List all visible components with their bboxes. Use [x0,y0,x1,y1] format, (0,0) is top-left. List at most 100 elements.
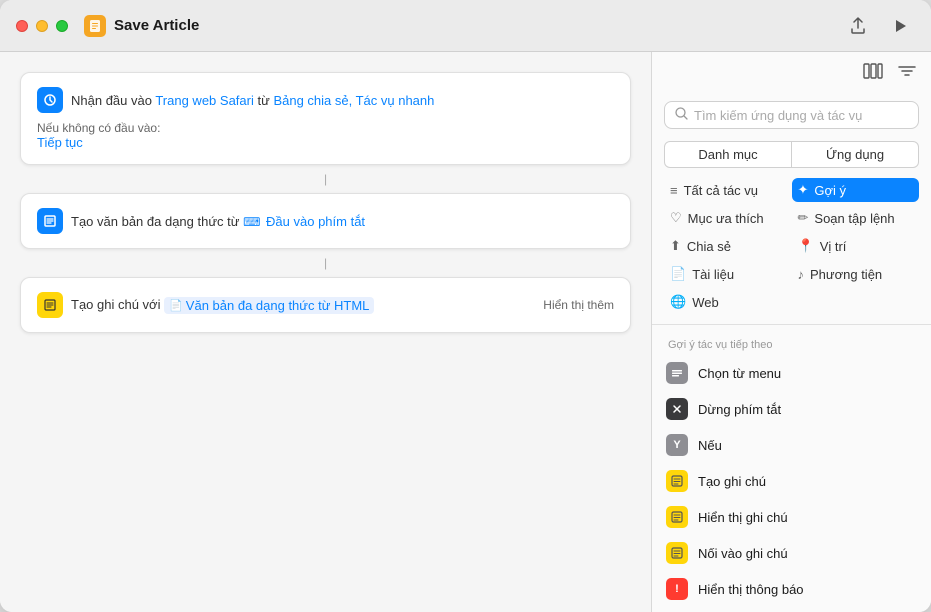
sugg-stop-shortcut-icon [666,398,688,420]
share-button[interactable] [847,15,869,37]
search-input[interactable] [694,108,908,123]
input-icon [37,87,63,113]
createnote-desc: Tạo ghi chú với 📄 Văn bản đa dạng thức t… [71,297,374,314]
sugg-show-note-icon [666,506,688,528]
search-icon [675,107,688,123]
library-icon[interactable] [863,62,883,85]
suggestion-list: Chọn từ menu Dừng phím tắt Y Nếu [652,355,931,612]
filter-scripting-icon: ✏ [798,210,809,226]
filter-all-label: Tất cả tác vụ [684,183,758,198]
richtext-icon [37,208,63,234]
filter-location-label: Vị trí [820,239,847,254]
filter-all-icon: ≡ [670,183,678,198]
filter-media[interactable]: ♪ Phương tiện [792,262,920,286]
filter-documents-label: Tài liệu [692,267,734,282]
sugg-show-notification[interactable]: ! Hiển thị thông báo [652,571,931,607]
sugg-choose-menu[interactable]: Chọn từ menu [652,355,931,391]
filter-scripting[interactable]: ✏ Soạn tập lệnh [792,206,920,230]
sugg-show-note[interactable]: Hiển thị ghi chú [652,499,931,535]
tab-apps[interactable]: Ứng dụng [792,141,919,168]
right-panel: Danh mục Ứng dụng ≡ Tất cả tác vụ ✦ Gợi … [651,52,931,612]
createnote-source[interactable]: Văn bản đa dạng thức từ HTML [186,298,370,313]
filter-favorites-label: Mục ưa thích [688,211,764,226]
richtext-block-header: Tạo văn bản đa dạng thức từ ⌨ Đầu vào ph… [37,208,614,234]
input-middle: từ [257,93,269,108]
filter-suggestions-label: Gợi ý [814,183,846,198]
filter-settings-icon[interactable] [897,62,917,85]
filter-share-label: Chia sẻ [687,239,731,254]
titlebar-actions [847,15,911,37]
sugg-if[interactable]: Y Nếu [652,427,931,463]
createnote-source-icon: 📄 [169,299,183,312]
filter-suggestions-icon: ✦ [798,182,809,198]
input-desc: Nhận đầu vào Trang web Safari từ Bảng ch… [71,93,434,108]
title-area: Save Article [84,15,199,37]
main-content: Nhận đầu vào Trang web Safari từ Bảng ch… [0,52,931,612]
richtext-prefix: Tạo văn bản đa dạng thức từ [71,214,239,229]
createnote-prefix: Tạo ghi chú với [71,297,160,312]
fullscreen-button[interactable] [56,20,68,32]
suggestion-section-label: Gợi ý tác vụ tiếp theo [652,335,931,355]
createnote-icon [37,292,63,318]
sidebar-top-icons [652,52,931,89]
input-sub-action[interactable]: Tiếp tục [37,135,83,150]
sugg-show-alert[interactable]: Hiển thị cảnh báo [652,607,931,612]
sugg-if-label: Nếu [698,438,722,453]
filter-web-label: Web [692,295,719,310]
createnote-block-header: Tạo ghi chú với 📄 Văn bản đa dạng thức t… [37,292,614,318]
input-source[interactable]: Trang web Safari [155,93,254,108]
filter-share[interactable]: ⬆ Chia sẻ [664,234,792,258]
sugg-choose-menu-icon [666,362,688,384]
category-tabs: Danh mục Ứng dụng [664,141,919,168]
connector-2: | [20,257,631,269]
sugg-append-note-label: Nối vào ghi chú [698,546,788,561]
divider [652,324,931,325]
filter-scripting-label: Soạn tập lệnh [814,211,894,226]
sugg-create-note[interactable]: Tạo ghi chú [652,463,931,499]
traffic-lights [16,20,68,32]
sugg-show-notification-icon: ! [666,578,688,600]
richtext-source-icon: ⌨ [243,215,260,229]
filter-all[interactable]: ≡ Tất cả tác vụ [664,178,792,202]
filter-favorites-icon: ♡ [670,210,682,226]
filter-web[interactable]: 🌐 Web [664,290,792,314]
filter-location[interactable]: 📍 Vị trí [792,234,920,258]
window-title: Save Article [114,17,199,34]
minimize-button[interactable] [36,20,48,32]
tab-categories[interactable]: Danh mục [664,141,792,168]
createnote-block: Tạo ghi chú với 📄 Văn bản đa dạng thức t… [20,277,631,333]
richtext-desc: Tạo văn bản đa dạng thức từ ⌨ Đầu vào ph… [71,214,365,229]
sugg-stop-shortcut-label: Dừng phím tắt [698,402,781,417]
filter-media-icon: ♪ [798,267,805,282]
filter-documents-icon: 📄 [670,266,686,282]
run-button[interactable] [889,15,911,37]
richtext-source[interactable]: Đầu vào phím tắt [266,214,365,229]
filter-grid: ≡ Tất cả tác vụ ✦ Gợi ý ♡ Mục ưa thích ✏… [664,178,919,314]
sugg-create-note-label: Tạo ghi chú [698,474,766,489]
input-prefix: Nhận đầu vào [71,93,152,108]
input-source2[interactable]: Bảng chia sẻ, Tác vụ nhanh [273,93,434,108]
filter-location-icon: 📍 [798,238,814,254]
filter-suggestions[interactable]: ✦ Gợi ý [792,178,920,202]
left-panel: Nhận đầu vào Trang web Safari từ Bảng ch… [0,52,651,612]
close-button[interactable] [16,20,28,32]
input-sub: Nếu không có đầu vào: Tiếp tục [37,121,614,150]
sugg-if-icon: Y [666,434,688,456]
search-bar [664,101,919,129]
filter-web-icon: 🌐 [670,294,686,310]
filter-documents[interactable]: 📄 Tài liệu [664,262,792,286]
filter-favorites[interactable]: ♡ Mục ưa thích [664,206,792,230]
sugg-choose-menu-label: Chọn từ menu [698,366,781,381]
filter-media-label: Phương tiện [810,267,882,282]
richtext-block: Tạo văn bản đa dạng thức từ ⌨ Đầu vào ph… [20,193,631,249]
sugg-stop-shortcut[interactable]: Dừng phím tắt [652,391,931,427]
sugg-show-notification-label: Hiển thị thông báo [698,582,804,597]
input-block-header: Nhận đầu vào Trang web Safari từ Bảng ch… [37,87,614,113]
titlebar: Save Article [0,0,931,52]
filter-share-icon: ⬆ [670,238,681,254]
sugg-show-note-label: Hiển thị ghi chú [698,510,788,525]
input-block: Nhận đầu vào Trang web Safari từ Bảng ch… [20,72,631,165]
sugg-append-note[interactable]: Nối vào ghi chú [652,535,931,571]
sugg-create-note-icon [666,470,688,492]
show-more[interactable]: Hiển thị thêm [543,298,614,312]
